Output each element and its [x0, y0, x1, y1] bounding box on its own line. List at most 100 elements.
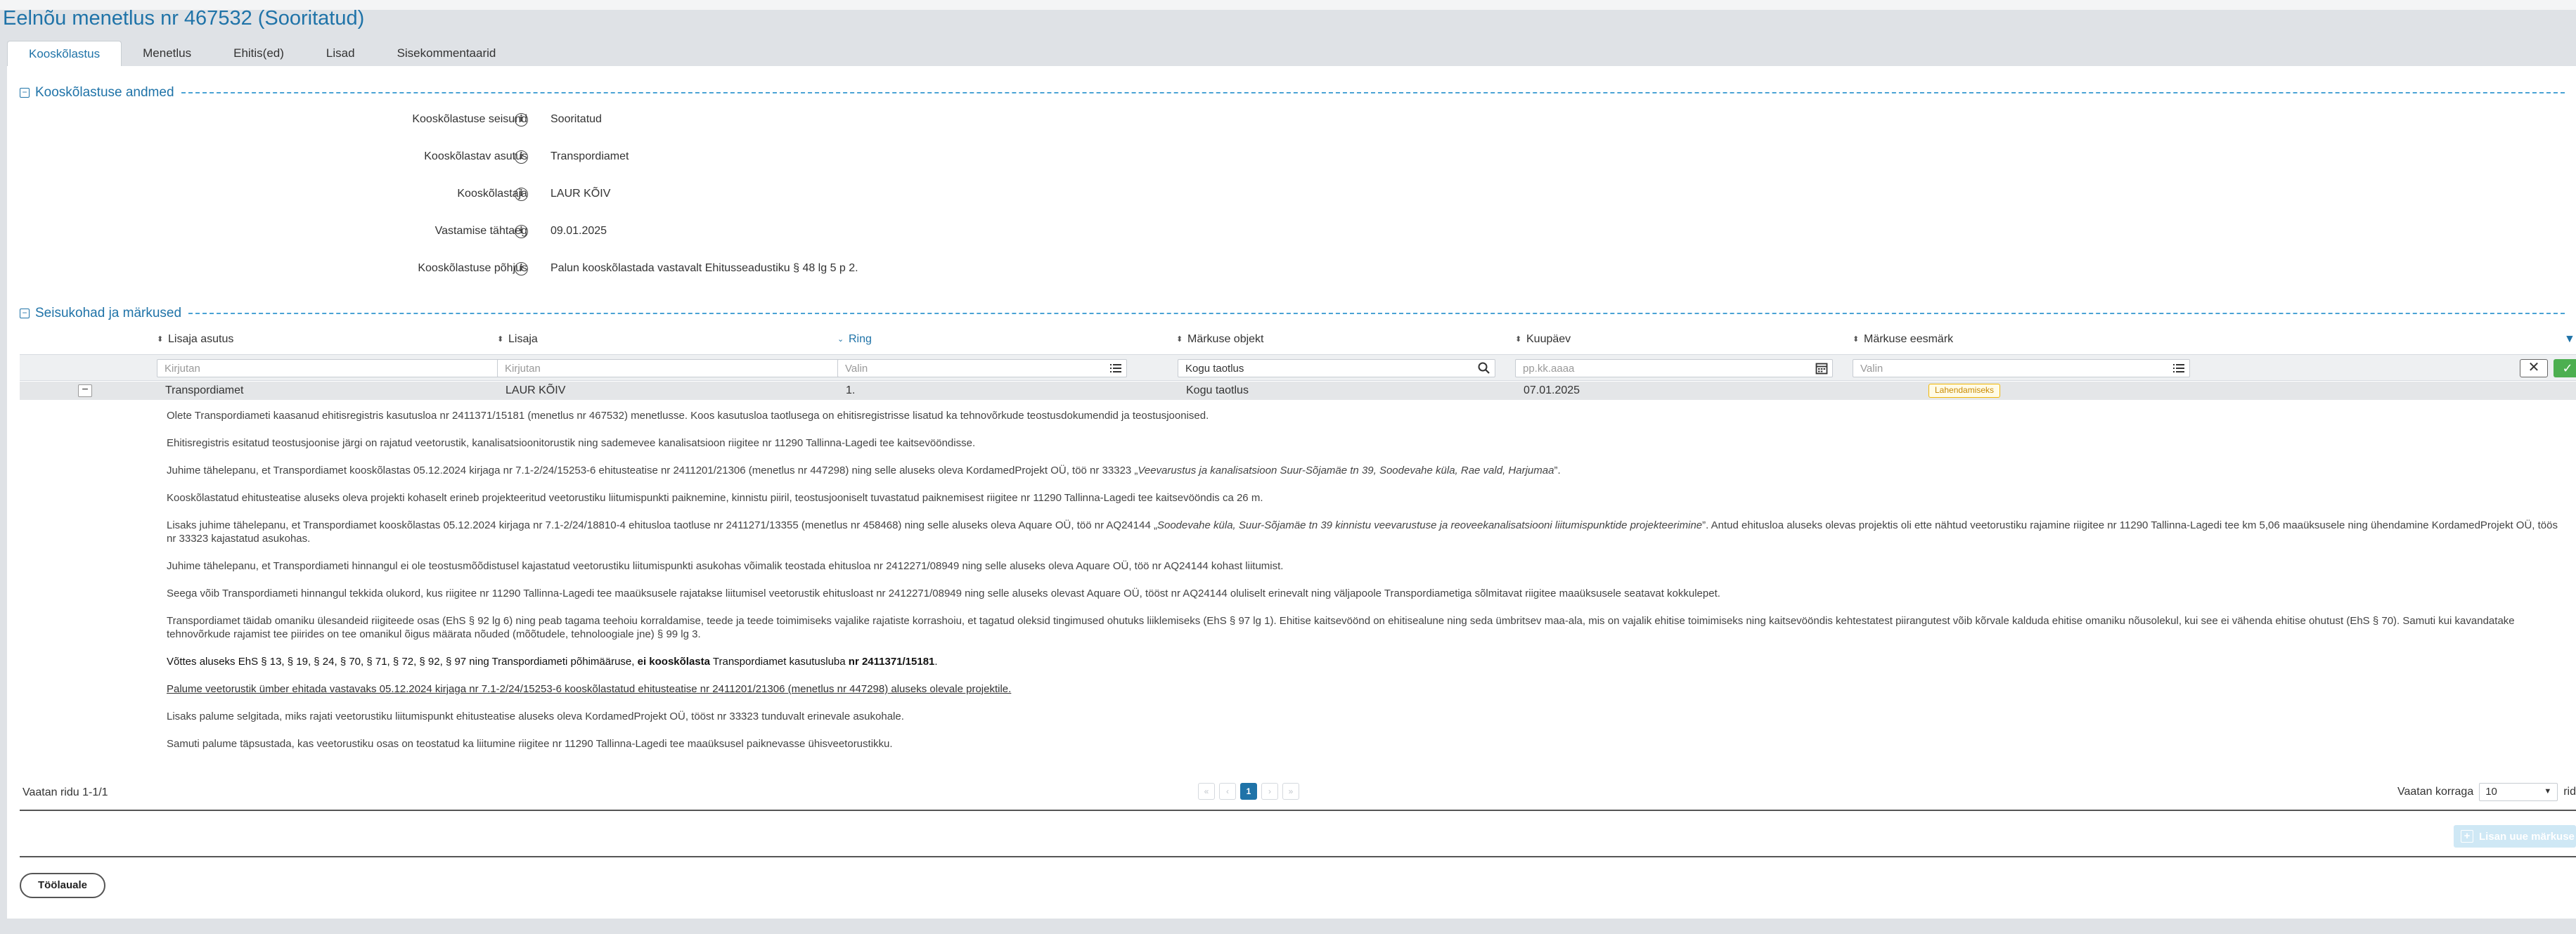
- remark-paragraph: Juhime tähelepanu, et Transpordiamet koo…: [167, 464, 2564, 477]
- info-icon[interactable]: i: [515, 150, 528, 164]
- column-header-ring[interactable]: ⌄ Ring: [837, 330, 872, 349]
- info-value: LAUR KÕIV: [550, 188, 611, 200]
- filter-select-markuse-eesmark[interactable]: [1853, 360, 2189, 377]
- filter-markuse-objekt: [1178, 359, 1495, 377]
- apply-filters-button[interactable]: ✓: [2554, 359, 2576, 377]
- column-label: Märkuse eesmärk: [1864, 333, 1954, 345]
- section-seisukohad: − Seisukohad ja märkused: [20, 305, 2565, 322]
- text-span: Lisaks juhime tähelepanu, et Transpordia…: [167, 519, 1157, 531]
- filter-input-kuupaev[interactable]: [1516, 360, 1832, 377]
- info-icon[interactable]: i: [515, 188, 528, 201]
- remark-paragraph: Lisaks juhime tähelepanu, et Transpordia…: [167, 519, 2564, 545]
- check-icon: ✓: [2562, 361, 2573, 375]
- info-value: Sooritatud: [550, 113, 602, 125]
- cell-markuse-objekt: Kogu taotlus: [1186, 384, 1249, 396]
- info-value: Palun kooskõlastada vastavalt Ehitussead…: [550, 262, 858, 274]
- plus-icon: +: [2461, 830, 2473, 843]
- filter-ring: [837, 359, 1127, 377]
- section-title: Kooskõlastuse andmed: [35, 85, 174, 100]
- info-icon[interactable]: i: [515, 225, 528, 238]
- tab-menetlus[interactable]: Menetlus: [122, 41, 212, 66]
- sort-asc-icon: ⌄: [837, 335, 844, 344]
- page-title: Eelnõu menetlus nr 467532 (Sooritatud): [3, 7, 365, 30]
- info-label: Vastamise tähtaeg: [434, 225, 527, 237]
- list-icon[interactable]: [1109, 361, 1123, 375]
- info-row-kooskolastaja: Kooskõlastaja i LAUR KÕIV: [7, 186, 991, 204]
- remark-details: Olete Transpordiameti kaasanud ehitisreg…: [167, 409, 2564, 765]
- remark-paragraph: Juhime tähelepanu, et Transpordiameti hi…: [167, 560, 1284, 572]
- clear-filters-button[interactable]: ✕: [2520, 359, 2548, 377]
- text-span: ”.: [1554, 465, 1561, 476]
- tab-lisad[interactable]: Lisad: [305, 41, 376, 66]
- column-header-lisaja-asutus[interactable]: ⬍ Lisaja asutus: [157, 330, 233, 349]
- table-row[interactable]: − Transpordiamet LAUR KÕIV 1. Kogu taotl…: [20, 382, 2576, 400]
- sort-icon: ⬍: [1176, 335, 1183, 344]
- page-size-control: Vaatan korraga 10 ▼ rida: [2397, 783, 2576, 801]
- remark-paragraph: Palume veetorustik ümber ehitada vastava…: [167, 683, 1012, 695]
- page-size-suffix: rida: [2563, 786, 2576, 798]
- tab-bar: Kooskõlastus Menetlus Ehitis(ed) Lisad S…: [7, 41, 517, 66]
- text-span: Võttes aluseks EhS § 13, § 19, § 24, § 7…: [167, 656, 638, 668]
- filter-kuupaev: [1515, 359, 1833, 377]
- column-label: Märkuse objekt: [1187, 333, 1264, 345]
- filter-markuse-eesmark: [1853, 359, 2190, 377]
- column-header-markuse-eesmark[interactable]: ⬍ Märkuse eesmärk: [1853, 330, 1953, 349]
- info-row-seisund: Kooskõlastuse seisund i Sooritatud: [7, 111, 991, 129]
- page-size-value: 10: [2485, 786, 2497, 798]
- section-divider: [188, 313, 2565, 314]
- search-icon[interactable]: [1477, 361, 1491, 375]
- filter-select-ring[interactable]: [838, 360, 1126, 377]
- top-strip: [0, 0, 2576, 10]
- info-label: Kooskõlastuse põhjus: [418, 262, 527, 274]
- column-label: Lisaja asutus: [168, 333, 234, 345]
- first-page-button[interactable]: «: [1198, 783, 1215, 800]
- column-header-markuse-objekt[interactable]: ⬍ Märkuse objekt: [1176, 330, 1264, 349]
- filter-input-markuse-objekt[interactable]: [1178, 360, 1495, 377]
- decision-paragraph: Võttes aluseks EhS § 13, § 19, § 24, § 7…: [167, 655, 2564, 668]
- collapse-toggle-icon[interactable]: −: [20, 309, 30, 318]
- next-page-button[interactable]: ›: [1261, 783, 1278, 800]
- remark-paragraph: Lisaks palume selgitada, miks rajati vee…: [167, 711, 904, 722]
- section-kooskolastuse-andmed: − Kooskõlastuse andmed: [20, 84, 2565, 101]
- info-label: Kooskõlastav asutus: [424, 150, 527, 162]
- text-span: .: [934, 656, 938, 668]
- row-count-label: Vaatan ridu 1-1/1: [22, 786, 108, 798]
- column-label: Lisaja: [508, 333, 538, 345]
- row-collapse-button[interactable]: −: [78, 384, 92, 397]
- tab-kooskolastus[interactable]: Kooskõlastus: [7, 41, 122, 66]
- text-span: Juhime tähelepanu, et Transpordiamet koo…: [167, 465, 1138, 476]
- back-to-dashboard-button[interactable]: Töölauale: [20, 873, 105, 898]
- divider: [20, 810, 2576, 811]
- remark-paragraph: Transpordiamet täidab omaniku ülesandeid…: [167, 615, 2515, 640]
- column-label: Kuupäev: [1526, 333, 1571, 345]
- tab-sisekommentaarid[interactable]: Sisekommentaarid: [376, 41, 517, 66]
- text-span: Transpordiamet kasutusluba: [710, 656, 849, 668]
- divider: [20, 856, 2576, 857]
- remark-paragraph: Kooskõlastatud ehitusteatise aluseks ole…: [167, 492, 1263, 504]
- prev-page-button[interactable]: ‹: [1219, 783, 1236, 800]
- pagination: « ‹ 1 › »: [1198, 783, 1299, 800]
- column-header-lisaja[interactable]: ⬍ Lisaja: [497, 330, 538, 349]
- info-row-pohjus: Kooskõlastuse põhjus i Palun kooskõlasta…: [7, 260, 991, 278]
- filter-funnel-icon[interactable]: ▼: [2564, 330, 2575, 349]
- minus-icon: −: [82, 384, 89, 396]
- cell-kuupaev: 07.01.2025: [1524, 384, 1580, 396]
- collapse-toggle-icon[interactable]: −: [20, 88, 30, 98]
- status-badge: Lahendamiseks: [1928, 384, 2001, 398]
- chevron-down-icon: ▼: [2544, 787, 2552, 796]
- page-size-select[interactable]: 10 ▼: [2479, 783, 2558, 801]
- page-number-button[interactable]: 1: [1240, 783, 1257, 800]
- list-icon[interactable]: [2172, 361, 2186, 375]
- info-label: Kooskõlastuse seisund: [412, 113, 527, 125]
- last-page-button[interactable]: »: [1282, 783, 1299, 800]
- info-icon[interactable]: i: [515, 262, 528, 275]
- info-row-asutus: Kooskõlastav asutus i Transpordiamet: [7, 148, 991, 167]
- project-title: Soodevahe küla, Suur-Sõjamäe tn 39 kinni…: [1157, 519, 1703, 531]
- sort-icon: ⬍: [1853, 335, 1860, 344]
- add-remark-button[interactable]: + Lisan uue märkuse: [2454, 825, 2576, 848]
- tab-ehitised[interactable]: Ehitis(ed): [212, 41, 305, 66]
- info-icon[interactable]: i: [515, 113, 528, 127]
- calendar-icon[interactable]: [1815, 361, 1829, 375]
- sort-icon: ⬍: [1515, 335, 1522, 344]
- column-header-kuupaev[interactable]: ⬍ Kuupäev: [1515, 330, 1571, 349]
